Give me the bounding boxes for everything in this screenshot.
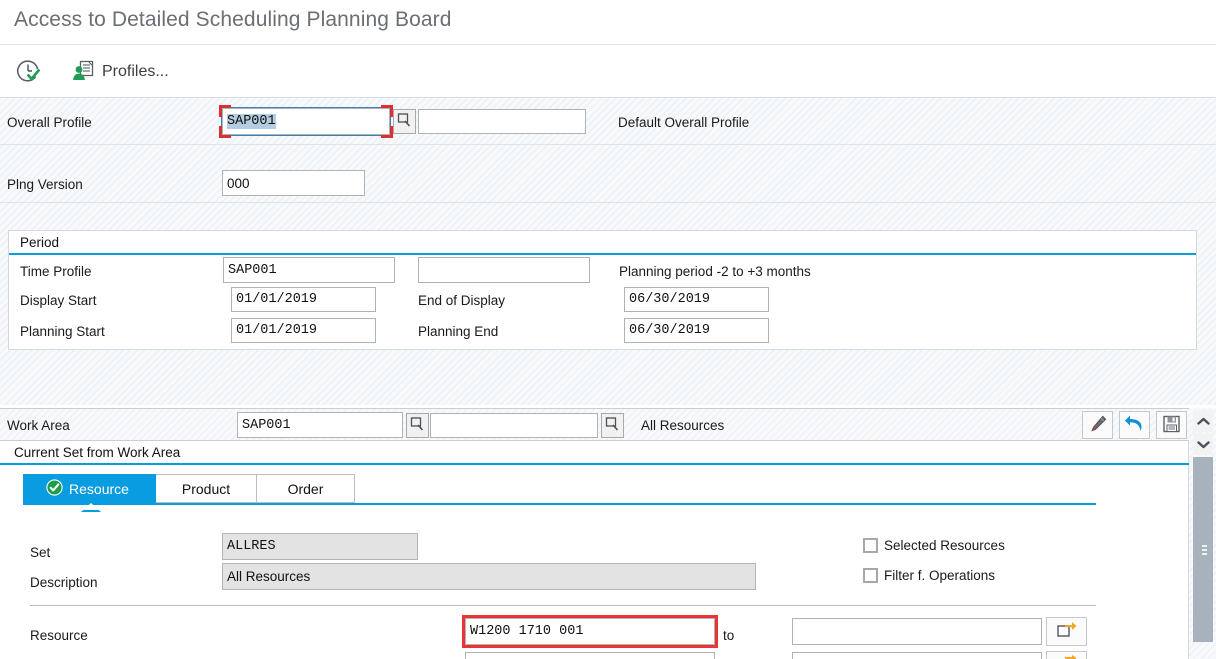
set-input[interactable]: ALLRES: [222, 533, 418, 560]
current-set-panel: Current Set from Work Area Resource Prod…: [0, 441, 1189, 659]
undo-arrow-icon: [1124, 414, 1146, 437]
work-area-input[interactable]: SAP001: [237, 412, 403, 438]
overall-profile-input[interactable]: SAP001: [222, 108, 390, 135]
description-input[interactable]: All Resources: [222, 563, 756, 590]
application-toolbar: Profiles...: [0, 46, 1216, 98]
overall-profile-label: Overall Profile: [7, 115, 92, 130]
overall-profile-search-help-button[interactable]: [393, 109, 416, 134]
search-icon: [396, 112, 413, 132]
window-title-bar: Access to Detailed Scheduling Planning B…: [0, 0, 1216, 45]
execute-button[interactable]: [8, 53, 48, 91]
scroll-down-button[interactable]: [1193, 433, 1213, 455]
period-panel: Period Time Profile SAP001 Planning peri…: [8, 230, 1197, 350]
work-area-second-input[interactable]: [430, 413, 598, 438]
set-value: ALLRES: [227, 539, 276, 554]
set-label: Set: [30, 545, 51, 560]
planning-end-label: Planning End: [418, 324, 499, 339]
period-panel-title: Period: [9, 231, 1196, 255]
chevron-up-icon: [1196, 414, 1210, 429]
end-of-display-input[interactable]: 06/30/2019: [624, 287, 769, 312]
row-divider-2: [0, 202, 1216, 203]
chevron-down-icon: [1196, 437, 1210, 452]
green-check-icon: [46, 478, 63, 499]
tab-resource[interactable]: Resource: [23, 474, 156, 503]
tab-product-label: Product: [181, 480, 231, 497]
vertical-scrollbar[interactable]: [1189, 408, 1216, 659]
edit-pencil-icon: [1088, 414, 1108, 437]
planning-end-value: 06/30/2019: [629, 323, 711, 338]
resource-to-input-row2[interactable]: [792, 652, 1042, 659]
resource-from-value: W1200 1710 001: [470, 624, 584, 639]
resource-multiple-selection-button-row2[interactable]: [1046, 651, 1087, 659]
work-area-strip: Work Area SAP001 All Resources: [0, 408, 1189, 441]
planning-start-value: 01/01/2019: [236, 323, 318, 338]
page-title: Access to Detailed Scheduling Planning B…: [14, 8, 452, 31]
resource-multiple-selection-button[interactable]: [1046, 617, 1087, 646]
search-icon: [409, 416, 426, 436]
work-area-second-search-help-button[interactable]: [601, 413, 624, 438]
time-profile-input[interactable]: SAP001: [223, 257, 395, 283]
row-divider-1: [0, 144, 1216, 145]
overall-profile-description-input[interactable]: [418, 109, 586, 134]
work-area-label: Work Area: [7, 418, 70, 433]
display-start-label: Display Start: [20, 293, 97, 308]
tab-active-caret: [83, 503, 99, 510]
description-label: Description: [30, 575, 98, 590]
plng-version-label: Plng Version: [7, 177, 83, 192]
work-area-save-button[interactable]: [1156, 411, 1187, 439]
resource-from-input-row2[interactable]: [465, 652, 715, 659]
tab-order-label: Order: [287, 480, 324, 497]
checkbox-selected-resources[interactable]: [863, 538, 878, 553]
checkbox-filter-f-operations-label: Filter f. Operations: [884, 568, 996, 583]
search-icon: [604, 416, 621, 436]
time-profile-label: Time Profile: [20, 264, 92, 279]
profiles-label: Profiles...: [102, 63, 169, 80]
time-profile-value: SAP001: [228, 262, 277, 278]
checkbox-selected-resources-label: Selected Resources: [884, 538, 1005, 553]
description-value: All Resources: [227, 569, 311, 584]
current-set-title: Current Set from Work Area: [0, 441, 1189, 465]
scroll-up-button[interactable]: [1193, 410, 1213, 432]
resource-to-label: to: [723, 628, 735, 643]
end-of-display-label: End of Display: [418, 293, 506, 308]
display-start-input[interactable]: 01/01/2019: [231, 287, 376, 312]
sap-planning-board-entry-screen: Access to Detailed Scheduling Planning B…: [0, 0, 1216, 659]
checkbox-filter-f-operations[interactable]: [863, 568, 878, 583]
work-area-undo-button[interactable]: [1119, 411, 1150, 439]
tabstrip-underline: [23, 503, 1096, 505]
planning-period-text: Planning period -2 to +3 months: [619, 264, 811, 279]
planning-start-input[interactable]: 01/01/2019: [231, 318, 376, 343]
display-start-value: 01/01/2019: [236, 292, 318, 307]
multiple-selection-icon: [1056, 620, 1078, 643]
tab-order[interactable]: Order: [257, 474, 355, 503]
clock-check-icon: [15, 58, 41, 87]
scrollbar-grip-icon: [1201, 543, 1207, 557]
profiles-button[interactable]: Profiles...: [64, 53, 176, 91]
plng-version-input[interactable]: 000: [222, 170, 365, 196]
work-area-search-help-button[interactable]: [406, 413, 429, 438]
scrollbar-thumb[interactable]: [1193, 457, 1213, 642]
planning-end-input[interactable]: 06/30/2019: [624, 318, 769, 343]
overall-profile-value: SAP001: [227, 114, 276, 129]
resource-label: Resource: [30, 628, 88, 643]
entry-form-area: Overall Profile SAP001 Default Overall P…: [0, 98, 1216, 405]
tab-product[interactable]: Product: [156, 474, 257, 503]
work-area-change-button[interactable]: [1082, 411, 1113, 439]
work-area-description: All Resources: [641, 418, 725, 433]
section-divider: [30, 605, 1096, 606]
work-area-value: SAP001: [242, 417, 291, 433]
plng-version-value: 000: [227, 175, 250, 191]
default-overall-profile-hint: Default Overall Profile: [618, 115, 750, 130]
tab-resource-label: Resource: [69, 480, 129, 497]
planning-start-label: Planning Start: [20, 324, 105, 339]
end-of-display-value: 06/30/2019: [629, 292, 711, 307]
resource-to-input[interactable]: [792, 618, 1042, 645]
multiple-selection-icon: [1056, 655, 1078, 659]
resource-from-input[interactable]: W1200 1710 001: [465, 618, 715, 645]
time-profile-description-input[interactable]: [418, 257, 590, 283]
person-document-icon: [71, 59, 95, 86]
save-disk-icon: [1162, 414, 1182, 437]
current-set-tabstrip: Resource Product Order: [23, 474, 355, 503]
